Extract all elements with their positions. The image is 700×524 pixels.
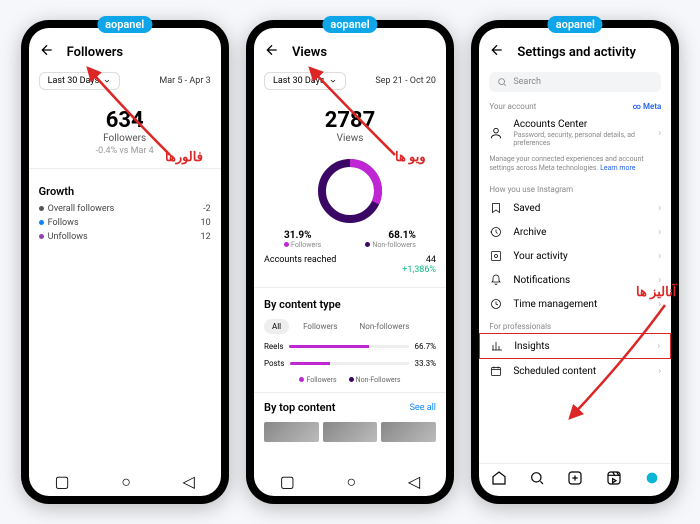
bar-posts-pct: 33.3% (415, 359, 436, 368)
bookmark-icon (489, 202, 503, 214)
content-thumb[interactable] (264, 422, 319, 442)
saved-item[interactable]: Saved› (479, 196, 671, 220)
search-icon (497, 77, 507, 87)
date-range: Mar 5 - Apr 3 (159, 76, 210, 86)
for-pros-label: For professionals (489, 322, 551, 331)
chart-icon (490, 340, 504, 352)
content-thumb[interactable] (381, 422, 436, 442)
learn-more-link[interactable]: Learn more (600, 164, 635, 172)
schedule-icon (489, 365, 503, 377)
annotation-followers: فالورها (165, 150, 203, 165)
reached-delta: +1,386% (402, 265, 436, 275)
period-chip[interactable]: Last 30 Days (39, 72, 121, 90)
page-title: Followers (67, 45, 123, 60)
search-input[interactable]: Search (489, 72, 661, 92)
page-title: Settings and activity (517, 45, 636, 60)
bar-reels-pct: 66.7% (415, 342, 436, 351)
annotation-views: ویو ها (395, 150, 426, 165)
profile-icon (489, 126, 503, 140)
tab-all[interactable]: All (264, 319, 289, 334)
nav-square-icon[interactable]: ▢ (280, 472, 295, 492)
growth-header: Growth (29, 181, 221, 202)
archive-item[interactable]: Archive› (479, 220, 671, 244)
brand-badge: aopanel (322, 16, 377, 33)
bell-icon (489, 274, 503, 286)
home-icon[interactable] (491, 470, 507, 490)
followers-label: Followers (29, 133, 221, 144)
meta-description: Manage your connected experiences and ac… (479, 153, 671, 179)
views-count: 2787 (254, 108, 446, 133)
phone-settings: aopanel Settings and activity Search You… (471, 20, 679, 504)
tab-followers[interactable]: Followers (295, 319, 345, 334)
nonfollowers-pct: 68.1% (365, 230, 416, 241)
insights-item[interactable]: Insights› (479, 333, 671, 359)
scheduled-item[interactable]: Scheduled content› (479, 359, 671, 383)
android-nav: ▢ ○ ◁ (254, 468, 446, 496)
followers-pct: 31.9% (284, 230, 321, 241)
meta-badge: ∞ Meta (633, 102, 662, 111)
views-label: Views (254, 133, 446, 144)
nav-triangle-icon[interactable]: ◁ (408, 472, 420, 492)
annotation-insights: آنالیز ها (636, 285, 676, 300)
by-top-header: By top content (264, 401, 335, 414)
nav-triangle-icon[interactable]: ◁ (183, 472, 195, 492)
accounts-reached-label: Accounts reached (264, 255, 336, 275)
create-icon[interactable] (567, 470, 583, 490)
nav-square-icon[interactable]: ▢ (54, 472, 69, 492)
bar-reels-label: Reels (264, 342, 284, 351)
page-title: Views (292, 45, 327, 60)
chevron-down-icon (329, 77, 337, 85)
android-nav: ▢ ○ ◁ (29, 468, 221, 496)
bar-posts-label: Posts (264, 359, 284, 368)
reels-icon[interactable] (606, 470, 622, 490)
chevron-down-icon (103, 77, 111, 85)
nav-circle-icon[interactable]: ○ (121, 472, 131, 492)
content-thumb[interactable] (323, 422, 378, 442)
archive-icon (489, 226, 503, 238)
accounts-reached-value: 44 (426, 255, 436, 265)
search-nav-icon[interactable] (529, 470, 545, 490)
back-icon[interactable] (39, 42, 55, 62)
stat-unfollows: Unfollows12 (29, 230, 221, 244)
back-icon[interactable] (264, 42, 280, 62)
phone-followers: aopanel Followers Last 30 Days Mar 5 - A… (21, 20, 229, 504)
your-account-label: Your account (489, 102, 536, 111)
how-you-use-label: How you use Instagram (489, 185, 573, 194)
by-content-header: By content type (254, 294, 446, 315)
brand-badge: aopanel (548, 16, 603, 33)
see-all-link[interactable]: See all (410, 403, 436, 413)
stat-follows: Follows10 (29, 216, 221, 230)
activity-item[interactable]: Your activity› (479, 244, 671, 268)
phone-views: aopanel Views Last 30 Days Sep 21 - Oct … (246, 20, 454, 504)
bottom-nav (479, 463, 671, 496)
tab-nonfollowers[interactable]: Non-followers (352, 319, 418, 334)
period-chip[interactable]: Last 30 Days (264, 72, 346, 90)
nav-circle-icon[interactable]: ○ (347, 472, 357, 492)
date-range: Sep 21 - Oct 20 (375, 76, 436, 86)
clock-icon (489, 298, 503, 310)
views-donut-chart (315, 156, 385, 226)
back-icon[interactable] (489, 42, 505, 62)
activity-icon (489, 250, 503, 262)
brand-badge: aopanel (97, 16, 152, 33)
profile-nav-icon[interactable] (644, 470, 660, 490)
followers-count: 634 (29, 108, 221, 133)
chevron-right-icon: › (658, 128, 661, 139)
stat-overall: Overall followers-2 (29, 202, 221, 216)
accounts-center-item[interactable]: Accounts CenterPassword, security, perso… (479, 113, 671, 153)
